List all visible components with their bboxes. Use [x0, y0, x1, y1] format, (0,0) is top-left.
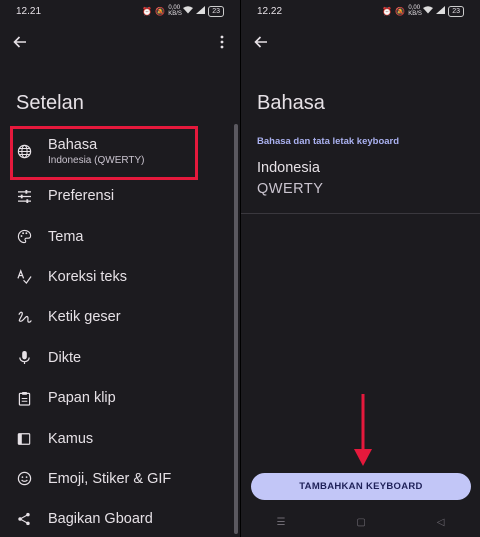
menu-item-kamus[interactable]: Kamus [0, 418, 232, 458]
status-bar: 12.22 ⏰ 🔕 0,00 KB/S 23 [241, 0, 480, 22]
section-label: Bahasa dan tata letak keyboard [257, 136, 400, 147]
mute-icon: 🔕 [395, 6, 406, 16]
back-nav-icon[interactable]: ◁ [437, 517, 445, 528]
alarm-icon: ⏰ [142, 6, 153, 16]
menu-item-bahasa[interactable]: Bahasa Indonesia (QWERTY) [0, 126, 232, 176]
back-button[interactable] [8, 30, 32, 54]
menu-item-papan-klip[interactable]: Papan klip [0, 378, 232, 418]
arrow-down-annotation [354, 394, 372, 466]
arrow-back-icon [254, 36, 267, 48]
app-bar [241, 28, 480, 58]
menu-item-bagikan[interactable]: Bagikan Gboard [0, 499, 232, 537]
share-icon [16, 511, 32, 527]
more-vert-icon [220, 35, 224, 49]
language-layout: QWERTY [257, 181, 324, 197]
gesture-icon [16, 309, 32, 325]
page-title: Setelan [16, 92, 84, 114]
mic-icon [16, 350, 32, 366]
status-time: 12.21 [16, 5, 42, 17]
mute-icon: 🔕 [155, 6, 166, 16]
menu-item-dikte[interactable]: Dikte [0, 338, 232, 378]
status-bar: 12.21 ⏰ 🔕 0,00 KB/S 23 [0, 0, 240, 22]
menu-label: Bahasa [48, 136, 98, 153]
signal-icon [436, 6, 446, 16]
menu-item-koreksi-teks[interactable]: Koreksi teks [0, 257, 232, 297]
language-name: Indonesia [257, 160, 320, 176]
status-icons: ⏰ 🔕 0,00 KB/S 23 [142, 5, 224, 17]
battery-indicator: 23 [208, 5, 224, 17]
menu-label: Ketik geser [48, 309, 121, 326]
app-bar [0, 28, 240, 58]
net-speed: 0,00 KB/S [168, 5, 182, 17]
net-speed: 0,00 KB/S [408, 5, 422, 17]
add-keyboard-button[interactable]: TAMBAHKAN KEYBOARD [251, 473, 471, 500]
menu-item-preferensi[interactable]: Preferensi [0, 176, 232, 216]
globe-icon [16, 143, 32, 159]
palette-icon [16, 229, 32, 245]
language-screen: 12.22 ⏰ 🔕 0,00 KB/S 23 Bahasa Bahasa dan… [240, 0, 480, 537]
wifi-icon [183, 6, 194, 16]
menu-item-ketik-geser[interactable]: Ketik geser [0, 297, 232, 337]
status-icons: ⏰ 🔕 0,00 KB/S 23 [382, 5, 464, 17]
more-options-button[interactable] [210, 30, 234, 54]
wifi-icon [423, 6, 434, 16]
clipboard-icon [16, 390, 32, 406]
menu-item-emoji[interactable]: Emoji, Stiker & GIF [0, 459, 232, 499]
menu-label: Preferensi [48, 188, 115, 205]
menu-label: Papan klip [48, 390, 116, 407]
signal-icon [196, 6, 206, 16]
tune-icon [16, 188, 32, 204]
language-item[interactable]: Indonesia QWERTY [241, 156, 480, 214]
alarm-icon: ⏰ [382, 6, 393, 16]
menu-label: Tema [48, 228, 84, 245]
page-title: Bahasa [257, 92, 325, 114]
arrow-back-icon [13, 36, 26, 48]
settings-screen: 12.21 ⏰ 🔕 0,00 KB/S 23 Setelan Bahasa In… [0, 0, 240, 537]
menu-label: Kamus [48, 430, 94, 447]
recents-icon[interactable]: ☰ [276, 517, 285, 528]
emoji-icon [16, 471, 32, 487]
home-icon[interactable]: ▢ [356, 517, 365, 528]
settings-menu: Bahasa Indonesia (QWERTY) Preferensi Tem… [0, 126, 232, 537]
scrollbar[interactable] [234, 124, 238, 534]
menu-item-tema[interactable]: Tema [0, 216, 232, 256]
menu-label: Dikte [48, 349, 82, 366]
battery-indicator: 23 [448, 5, 464, 17]
menu-label: Koreksi teks [48, 268, 127, 285]
spellcheck-icon [16, 269, 32, 285]
menu-sublabel: Indonesia (QWERTY) [48, 154, 145, 166]
dictionary-icon [16, 431, 32, 447]
status-time: 12.22 [257, 5, 283, 17]
menu-label: Bagikan Gboard [48, 511, 153, 528]
menu-label: Emoji, Stiker & GIF [48, 470, 172, 487]
system-nav-bar: ☰ ▢ ◁ [241, 507, 480, 537]
back-button[interactable] [249, 30, 273, 54]
